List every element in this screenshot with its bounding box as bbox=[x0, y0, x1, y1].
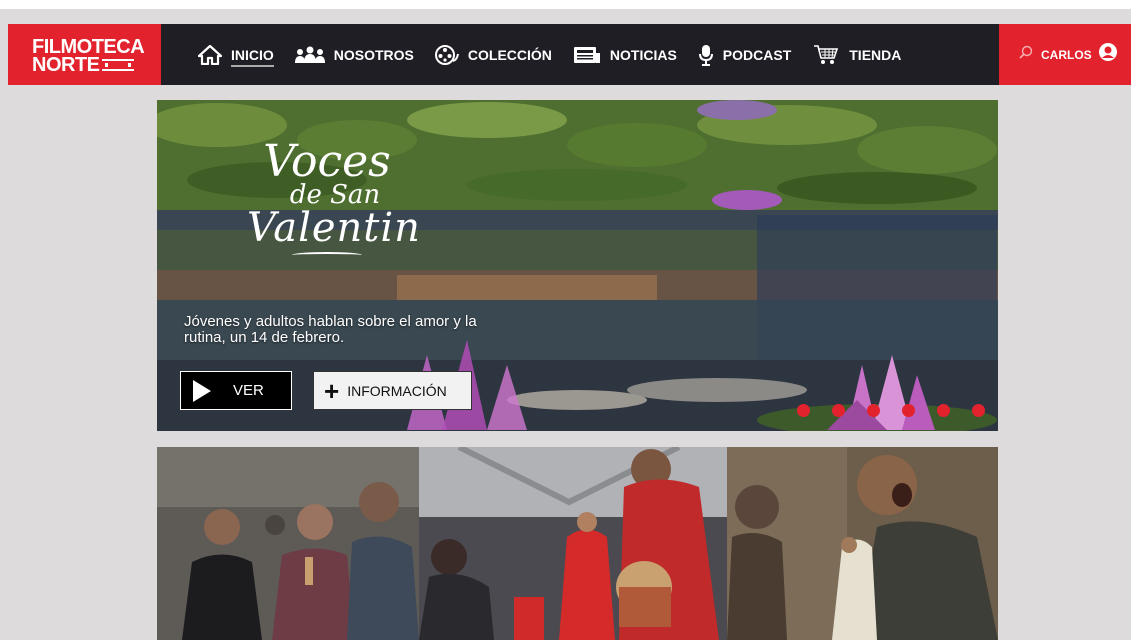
user-avatar-icon[interactable] bbox=[1098, 42, 1118, 67]
nav-item-podcast[interactable]: PODCAST bbox=[697, 40, 791, 70]
microphone-icon bbox=[697, 44, 715, 66]
newspaper-icon bbox=[572, 44, 602, 66]
top-strip bbox=[0, 0, 1131, 9]
nav-label-nosotros: NOSOTROS bbox=[333, 46, 414, 63]
thumbnail-row bbox=[157, 447, 998, 640]
carousel-dots bbox=[797, 404, 998, 417]
nav-label-coleccion: COLECCIÓN bbox=[467, 46, 552, 63]
search-icon[interactable] bbox=[1019, 45, 1033, 64]
bus-drummers-thumbnail[interactable] bbox=[419, 447, 727, 640]
interview-image bbox=[157, 447, 419, 640]
carousel-dot-5[interactable] bbox=[937, 404, 950, 417]
hero-title-logo: Voces de San Valentin bbox=[247, 136, 421, 258]
home-icon bbox=[197, 44, 223, 66]
carousel-dot-2[interactable] bbox=[832, 404, 845, 417]
brand-logo[interactable]: FILMOTECA NORTE bbox=[8, 24, 161, 85]
watch-label: VER bbox=[233, 382, 264, 399]
carousel-dot-1[interactable] bbox=[797, 404, 810, 417]
carousel-dot-4[interactable] bbox=[902, 404, 915, 417]
hero-carousel[interactable]: Voces de San Valentin Jóvenes y adultos … bbox=[157, 100, 998, 431]
hero-title-line1: Voces bbox=[263, 136, 391, 187]
nav-item-coleccion[interactable]: COLECCIÓN bbox=[434, 40, 552, 70]
main-nav: INICIO NOSOTROS COLECCIÓN NOTICIAS PODCA… bbox=[161, 24, 999, 85]
nav-item-inicio[interactable]: INICIO bbox=[197, 40, 274, 70]
hero-description: Jóvenes y adultos hablan sobre el amor y… bbox=[184, 313, 477, 346]
screaming-man-image bbox=[727, 447, 998, 640]
nav-item-noticias[interactable]: NOTICIAS bbox=[572, 40, 677, 70]
bus-drummers-image bbox=[419, 447, 727, 640]
nav-item-tienda[interactable]: TIENDA bbox=[811, 40, 901, 70]
screaming-man-thumbnail[interactable] bbox=[727, 447, 998, 640]
plus-icon: + bbox=[324, 375, 340, 406]
watch-button[interactable]: VER bbox=[180, 371, 292, 410]
nav-item-nosotros[interactable]: NOSOTROS bbox=[294, 40, 414, 70]
brand-line2: NORTE bbox=[32, 54, 100, 76]
nav-label-podcast: PODCAST bbox=[722, 46, 792, 63]
people-icon bbox=[294, 44, 326, 66]
film-reel-icon bbox=[434, 44, 460, 66]
info-label: INFORMACIÓN bbox=[347, 382, 447, 399]
hero-title-line3: Valentin bbox=[247, 205, 421, 251]
cart-icon bbox=[811, 44, 841, 66]
interview-thumbnail[interactable] bbox=[157, 447, 419, 640]
carousel-dot-6[interactable] bbox=[972, 404, 985, 417]
user-name[interactable]: CARLOS bbox=[1041, 48, 1092, 62]
play-icon bbox=[193, 379, 211, 402]
user-bar: CARLOS bbox=[999, 24, 1131, 85]
title-swash bbox=[292, 252, 362, 258]
info-button[interactable]: + INFORMACIÓN bbox=[313, 371, 472, 410]
nav-label-inicio: INICIO bbox=[231, 47, 274, 67]
nav-label-tienda: TIENDA bbox=[849, 46, 902, 63]
film-strip-icon bbox=[101, 59, 134, 71]
site-header: FILMOTECA NORTE INICIO NOSOTROS COLECCIÓ… bbox=[8, 24, 1131, 85]
nav-label-noticias: NOTICIAS bbox=[609, 46, 677, 63]
carousel-dot-3[interactable] bbox=[867, 404, 880, 417]
